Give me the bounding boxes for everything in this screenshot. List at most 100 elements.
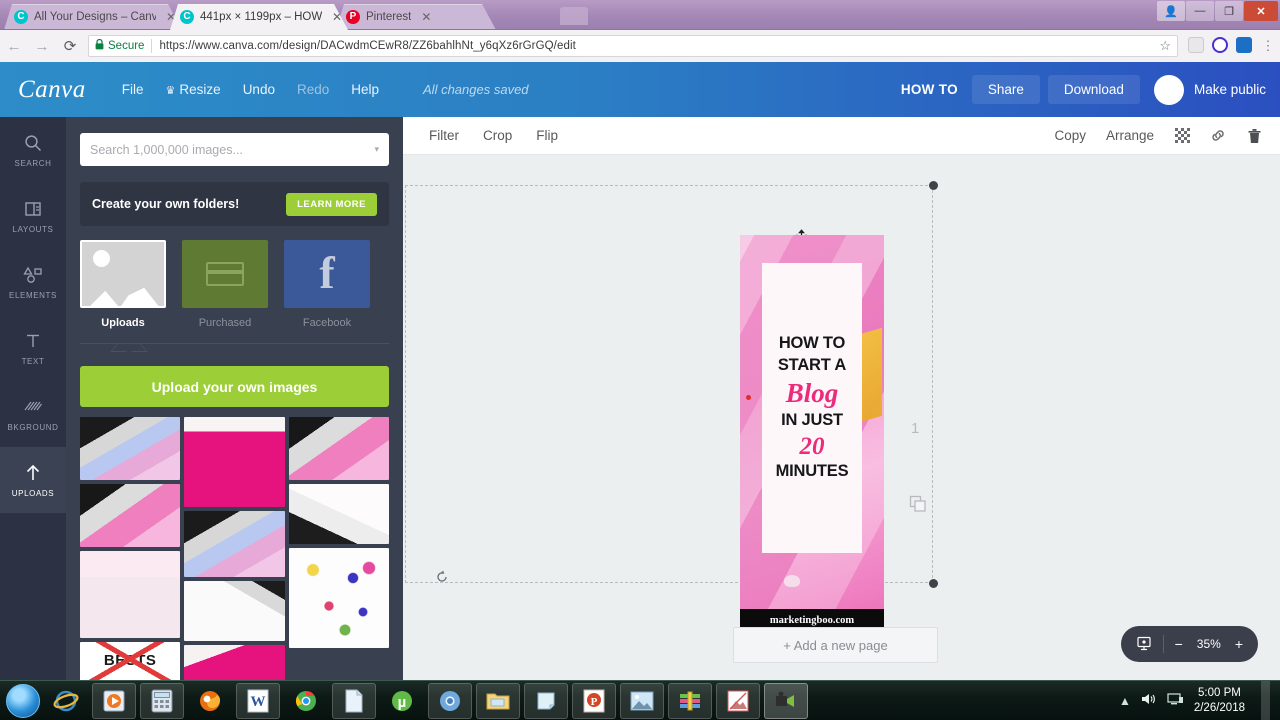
document-title[interactable]: HOW TO	[901, 82, 958, 97]
back-icon[interactable]: ←	[0, 38, 28, 55]
winrar-icon[interactable]	[668, 682, 712, 719]
media-player-icon[interactable]	[92, 682, 136, 719]
internet-explorer-icon[interactable]	[44, 683, 88, 719]
zoom-in-button[interactable]: +	[1235, 636, 1243, 652]
reload-icon[interactable]: ⟳	[56, 37, 84, 55]
presentation-icon[interactable]	[1136, 635, 1152, 654]
word-icon[interactable]: W	[236, 682, 280, 719]
menu-resize-label: Resize	[179, 82, 221, 97]
design-stage[interactable]: HOW TO START A Blog IN JUST 20 MINUTES m…	[403, 155, 1280, 680]
bookmark-star-icon[interactable]: ☆	[1159, 38, 1171, 54]
browser-tab-0[interactable]: All Your Designs – Canva ✕	[4, 4, 182, 30]
menu-file[interactable]: File	[122, 82, 144, 97]
upload-thumbnail[interactable]	[184, 511, 285, 577]
design-text-card[interactable]: HOW TO START A Blog IN JUST 20 MINUTES	[762, 263, 862, 553]
new-tab-button[interactable]	[560, 7, 588, 25]
sidebar-item-text[interactable]: TEXT	[0, 315, 66, 381]
canva-logo[interactable]: Canva	[18, 76, 86, 104]
sidebar-item-elements[interactable]: ELEMENTS	[0, 249, 66, 315]
share-button[interactable]: Share	[971, 75, 1040, 104]
source-purchased[interactable]: Purchased	[182, 240, 268, 329]
upload-thumbnail[interactable]	[288, 548, 389, 648]
firefox-icon[interactable]	[188, 683, 232, 719]
chevron-down-icon[interactable]: ▾	[374, 144, 379, 155]
selection-handle-bottom-right[interactable]	[929, 579, 938, 588]
text-icon	[24, 330, 42, 352]
source-uploads[interactable]: Uploads	[80, 240, 166, 329]
network-icon[interactable]	[1167, 692, 1184, 709]
extension-1-icon[interactable]	[1184, 36, 1208, 56]
extension-2-icon[interactable]	[1208, 36, 1232, 56]
close-button[interactable]: ✕	[1244, 1, 1278, 21]
file-explorer-icon[interactable]	[476, 682, 520, 719]
filter-button[interactable]: Filter	[429, 128, 459, 143]
toggle-knob[interactable]	[1153, 74, 1184, 105]
maximize-button[interactable]: ❐	[1215, 1, 1243, 21]
flip-button[interactable]: Flip	[536, 128, 558, 143]
sidebar-item-uploads[interactable]: UPLOADS	[0, 447, 66, 513]
powerpoint-icon[interactable]: P	[572, 682, 616, 719]
windows-start-icon[interactable]	[6, 683, 40, 718]
taskbar-clock[interactable]: 5:00 PM 2/26/2018	[1194, 686, 1245, 715]
download-button[interactable]: Download	[1047, 75, 1140, 104]
minimize-button[interactable]: —	[1186, 1, 1214, 21]
user-profile-icon[interactable]: 👤	[1157, 1, 1185, 21]
crop-button[interactable]: Crop	[483, 128, 512, 143]
upload-thumbnail[interactable]	[184, 417, 285, 507]
browser-tab-1[interactable]: 441px × 1199px – HOW ✕	[170, 4, 348, 30]
make-public-label: Make public	[1193, 82, 1266, 97]
utorrent-icon[interactable]: µ	[380, 683, 424, 719]
menu-resize[interactable]: ♛ Resize	[166, 82, 221, 97]
add-new-page-button[interactable]: + Add a new page	[733, 627, 938, 663]
upload-thumbnail[interactable]	[288, 484, 389, 544]
link-icon[interactable]	[1210, 128, 1226, 144]
transparency-icon[interactable]	[1174, 128, 1190, 144]
document-icon[interactable]	[332, 682, 376, 719]
background-icon	[23, 396, 43, 418]
menu-undo[interactable]: Undo	[243, 82, 275, 97]
chrome-menu-icon[interactable]: ⋮	[1256, 38, 1280, 54]
photo-viewer-icon[interactable]	[620, 682, 664, 719]
screen-recorder-icon[interactable]	[764, 682, 808, 719]
upload-thumbnail[interactable]	[80, 551, 181, 638]
duplicate-page-icon[interactable]	[909, 495, 927, 518]
sticky-note-icon[interactable]	[524, 682, 568, 719]
sidebar-item-search[interactable]: SEARCH	[0, 117, 66, 183]
upload-thumbnail[interactable]	[184, 581, 285, 641]
browser-tab-2[interactable]: Pinterest ✕	[336, 4, 496, 30]
trash-icon[interactable]	[1246, 128, 1262, 144]
zoom-out-button[interactable]: −	[1175, 636, 1183, 652]
upload-thumbnail[interactable]	[80, 417, 181, 480]
upload-thumbnail[interactable]	[288, 417, 389, 480]
show-desktop-button[interactable]	[1261, 680, 1270, 720]
forward-icon[interactable]: →	[28, 38, 56, 55]
design-artboard[interactable]: HOW TO START A Blog IN JUST 20 MINUTES m…	[740, 235, 884, 631]
tab-close-icon[interactable]: ✕	[332, 11, 342, 23]
selection-handle-top-right[interactable]	[929, 181, 938, 190]
rotate-handle-icon[interactable]	[435, 570, 450, 589]
source-facebook[interactable]: Facebook	[284, 240, 370, 329]
broken-image-icon[interactable]	[716, 682, 760, 719]
arrange-button[interactable]: Arrange	[1106, 128, 1154, 143]
menu-help[interactable]: Help	[351, 82, 379, 97]
upload-thumbnail[interactable]	[80, 484, 181, 547]
design-yellow-accent	[860, 327, 882, 423]
address-bar[interactable]: Secure https://www.canva.com/design/DACw…	[88, 35, 1178, 57]
upload-images-button[interactable]: Upload your own images	[80, 366, 389, 407]
menu-redo[interactable]: Redo	[297, 82, 329, 97]
upload-thumbnail[interactable]	[184, 645, 285, 680]
extension-3-icon[interactable]	[1232, 36, 1256, 56]
upload-thumbnail[interactable]: BESTS	[80, 642, 181, 680]
chrome-icon[interactable]	[284, 683, 328, 719]
chromium-icon[interactable]	[428, 682, 472, 719]
volume-icon[interactable]	[1141, 692, 1157, 709]
tab-close-icon[interactable]: ✕	[421, 11, 431, 23]
sidebar-item-layouts[interactable]: LAYOUTS	[0, 183, 66, 249]
sidebar-item-background[interactable]: BKGROUND	[0, 381, 66, 447]
copy-button[interactable]: Copy	[1054, 128, 1086, 143]
search-input[interactable]: Search 1,000,000 images... ▾	[80, 133, 389, 166]
calculator-icon[interactable]	[140, 682, 184, 719]
make-public-toggle[interactable]: Make public	[1148, 74, 1266, 105]
tray-expand-icon[interactable]: ▲	[1119, 694, 1131, 708]
learn-more-button[interactable]: LEARN MORE	[286, 192, 377, 216]
